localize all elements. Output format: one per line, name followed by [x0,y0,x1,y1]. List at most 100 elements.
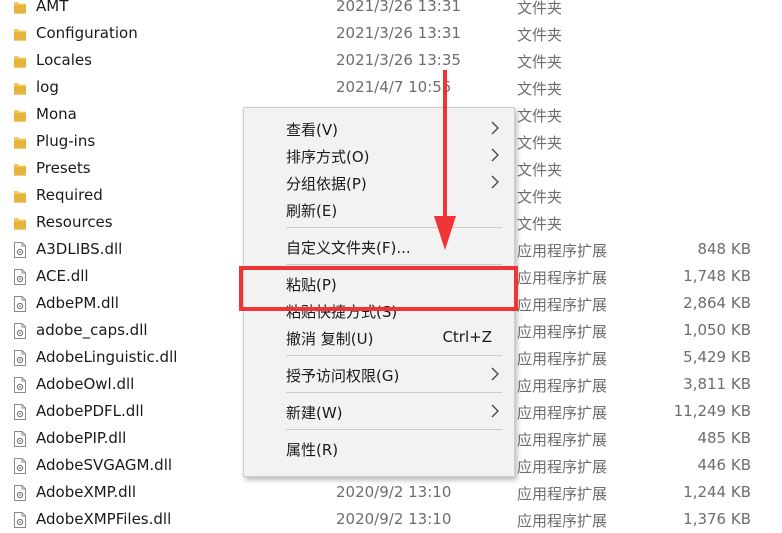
file-type: 文件夹 [517,161,563,179]
file-type: 应用程序扩展 [517,269,608,287]
file-name: log [36,78,59,96]
menu-item-label: 新建(W) [286,404,343,422]
dll-file-icon [13,404,27,420]
menu-item-label: 分组依据(P) [286,175,367,193]
file-name: AdobeOwl.dll [36,375,135,393]
dll-file-icon [13,323,27,339]
file-name: Required [36,186,103,204]
file-type: 文件夹 [517,26,563,44]
file-row[interactable]: AdobeXMP.dll 2020/9/2 13:10 应用程序扩展 1,244 KB [0,479,782,506]
file-row[interactable]: Locales 2021/3/26 13:35 文件夹 [0,47,782,74]
file-name: Locales [36,51,92,69]
file-name: Mona [36,105,77,123]
file-name: AdobePDFL.dll [36,402,144,420]
dll-file-icon [13,485,27,501]
file-name: AdobeXMP.dll [36,483,136,501]
menu-item[interactable]: 新建(W) [244,398,514,425]
menu-item[interactable]: 排序方式(O) [244,142,514,169]
file-type: 应用程序扩展 [517,377,608,395]
file-name: AdbePM.dll [36,294,119,312]
menu-item[interactable]: 刷新(E) [244,196,514,223]
file-row[interactable]: Configuration 2021/3/26 13:31 文件夹 [0,20,782,47]
file-name: Presets [36,159,91,177]
menu-item-shortcut: Ctrl+Z [442,328,492,346]
file-size: 485 KB [697,429,751,447]
file-type: 应用程序扩展 [517,242,608,260]
menu-item[interactable]: 粘贴(P) [244,270,514,297]
file-name: AdobePIP.dll [36,429,127,447]
file-name: AdobeXMPFiles.dll [36,510,172,528]
file-type: 文件夹 [517,134,563,152]
file-size: 848 KB [697,240,751,258]
menu-separator [286,264,502,265]
file-size: 1,748 KB [683,267,751,285]
file-row[interactable]: AMT 2021/3/26 13:31 文件夹 [0,0,782,20]
file-type: 文件夹 [517,107,563,125]
menu-item[interactable]: 分组依据(P) [244,169,514,196]
file-date: 2021/3/26 13:35 [336,51,461,69]
chevron-right-icon [490,175,500,189]
dll-file-icon [13,458,27,474]
file-date: 2021/3/26 13:31 [336,0,461,15]
dll-file-icon [13,377,27,393]
file-type: 文件夹 [517,0,563,17]
file-type: 应用程序扩展 [517,296,608,314]
dll-file-icon [13,296,27,312]
context-menu: 查看(V) 排序方式(O) 分组依据(P) 刷新(E) 自定义文件夹(F)... 粘贴(P… [243,107,515,477]
file-name: A3DLIBS.dll [36,240,123,258]
file-type: 应用程序扩展 [517,431,608,449]
file-size: 3,811 KB [683,375,751,393]
file-size: 2,864 KB [683,294,751,312]
menu-item[interactable]: 自定义文件夹(F)... [244,233,514,260]
folder-icon [13,188,27,204]
dll-file-icon [13,269,27,285]
folder-icon [13,134,27,150]
dll-file-icon [13,242,27,258]
file-type: 应用程序扩展 [517,485,608,503]
menu-item[interactable]: 撤消 复制(U) Ctrl+Z [244,324,514,351]
file-name: adobe_caps.dll [36,321,148,339]
menu-separator [286,429,502,430]
menu-item[interactable]: 属性(R) [244,435,514,462]
file-size: 1,050 KB [683,321,751,339]
file-type: 文件夹 [517,53,563,71]
menu-item-label: 属性(R) [286,441,339,459]
file-name: Plug-ins [36,132,96,150]
folder-icon [13,80,27,96]
chevron-right-icon [490,121,500,135]
dll-file-icon [13,350,27,366]
folder-icon [13,53,27,69]
menu-item[interactable]: 授予访问权限(G) [244,361,514,388]
file-date: 2020/9/2 13:10 [336,483,452,501]
chevron-right-icon [490,148,500,162]
folder-icon [13,215,27,231]
file-type: 文件夹 [517,80,563,98]
file-size: 11,249 KB [673,402,751,420]
file-type: 应用程序扩展 [517,458,608,476]
menu-item-label: 粘贴(P) [286,276,337,294]
file-size: 446 KB [697,456,751,474]
file-date: 2021/4/7 10:55 [336,78,452,96]
menu-item-label: 粘贴快捷方式(S) [286,303,398,321]
file-size: 1,376 KB [683,510,751,528]
folder-icon [13,0,27,15]
file-type: 应用程序扩展 [517,512,608,530]
menu-item[interactable]: 粘贴快捷方式(S) [244,297,514,324]
chevron-right-icon [490,404,500,418]
dll-file-icon [13,431,27,447]
chevron-right-icon [490,367,500,381]
file-name: AdobeSVGAGM.dll [36,456,173,474]
menu-item[interactable]: 查看(V) [244,115,514,142]
menu-separator [286,392,502,393]
file-name: AdobeLinguistic.dll [36,348,178,366]
folder-icon [13,107,27,123]
file-row[interactable]: log 2021/4/7 10:55 文件夹 [0,74,782,101]
file-name: Resources [36,213,113,231]
folder-icon [13,161,27,177]
menu-separator [286,355,502,356]
menu-item-label: 排序方式(O) [286,148,370,166]
file-type: 文件夹 [517,215,563,233]
menu-item-label: 自定义文件夹(F)... [286,239,411,257]
file-size: 1,244 KB [683,483,751,501]
folder-icon [13,26,27,42]
